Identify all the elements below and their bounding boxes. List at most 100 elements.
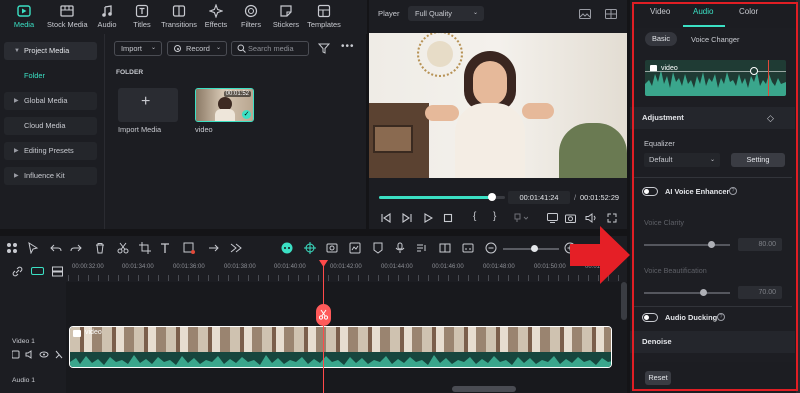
plus-icon: + xyxy=(141,93,151,110)
titles-icon xyxy=(135,4,149,18)
toolbar-audio[interactable]: Audio xyxy=(89,3,125,33)
track-controls xyxy=(12,350,64,359)
playhead-knob[interactable] xyxy=(488,193,497,201)
ruler-tick-label: 00:01:36:00 xyxy=(173,264,205,270)
effects-icon xyxy=(209,4,223,18)
image-icon[interactable] xyxy=(579,9,591,19)
microphone-icon[interactable] xyxy=(394,242,406,254)
clip-duration: 00:01:52 xyxy=(223,91,251,97)
sidebar-item-influence-kit[interactable]: ▶ Influence Kit xyxy=(4,167,97,185)
media-icon xyxy=(17,4,31,18)
split-playhead-button[interactable] xyxy=(316,304,331,326)
track-link-icon[interactable] xyxy=(31,267,44,275)
snapshot-icon[interactable] xyxy=(349,242,361,254)
stock-media-icon xyxy=(60,4,74,18)
import-dropdown[interactable]: Import ⌄ xyxy=(114,41,162,56)
toolbar-templates[interactable]: Templates xyxy=(304,3,344,33)
monitor-icon[interactable] xyxy=(547,213,558,223)
more-options-icon[interactable]: ••• xyxy=(341,41,355,52)
red-arrow-annotation xyxy=(570,226,630,284)
vertical-scrollbar[interactable] xyxy=(621,282,627,320)
playback-progress[interactable] xyxy=(379,193,505,201)
sidebar-item-editing-presets[interactable]: ▶ Editing Presets xyxy=(4,142,97,160)
redo-icon[interactable] xyxy=(70,242,82,254)
toolbar-transitions[interactable]: Transitions xyxy=(160,3,198,33)
voiceover-icon[interactable] xyxy=(416,242,428,254)
scissors-icon[interactable] xyxy=(117,242,129,254)
toolbar-titles[interactable]: Titles xyxy=(124,3,160,33)
delete-icon[interactable] xyxy=(94,242,106,254)
layout-icon[interactable] xyxy=(605,9,617,19)
current-time[interactable]: 00:01:41:24 xyxy=(508,191,570,204)
layout-grid-icon[interactable] xyxy=(6,242,18,254)
search-input[interactable]: Search media xyxy=(231,41,309,56)
toolbar-effects[interactable]: Effects xyxy=(198,3,234,33)
toolbar-stickers[interactable]: Stickers xyxy=(268,3,304,33)
fast-forward-icon[interactable] xyxy=(230,242,242,254)
toolbar-filters[interactable]: Filters xyxy=(233,3,269,33)
ruler-tick-label: 00:01:38:00 xyxy=(224,264,256,270)
text-icon[interactable] xyxy=(160,242,172,254)
timeline-video-clip[interactable]: video xyxy=(69,326,612,368)
volume-icon[interactable] xyxy=(585,213,597,223)
ruler-tick-label: 00:01:42:00 xyxy=(330,264,362,270)
ruler-tick-label: 00:01:40:00 xyxy=(274,264,306,270)
clip-audio-waveform xyxy=(70,355,611,367)
timeline-tracks: Video 1 Audio 1 video xyxy=(0,260,627,393)
sidebar-item-folder[interactable]: Folder xyxy=(4,67,97,85)
ruler-tick-label: 00:01:34:00 xyxy=(122,264,154,270)
player-label: Player xyxy=(378,9,400,18)
import-media-tile[interactable]: + xyxy=(118,88,178,122)
clip-label: video xyxy=(85,329,102,336)
next-frame-icon[interactable] xyxy=(402,213,412,223)
ai-companion-icon[interactable] xyxy=(281,242,293,254)
select-arrow-icon[interactable] xyxy=(27,242,39,254)
chevron-right-icon: ▶ xyxy=(14,173,19,179)
total-time: 00:01:52:29 xyxy=(580,193,620,202)
previous-frame-icon[interactable] xyxy=(381,213,391,223)
stickers-icon xyxy=(279,4,293,18)
zoom-slider-knob[interactable] xyxy=(531,245,538,252)
render-icon[interactable] xyxy=(304,242,316,254)
record-dropdown[interactable]: Record ⌄ xyxy=(167,41,227,56)
player-panel: Player Full Quality ⌄ 00:01:41:24 / 00:0… xyxy=(369,0,627,229)
stop-icon[interactable] xyxy=(443,213,453,223)
toolbar-stock-media[interactable]: Stock Media xyxy=(47,3,88,33)
top-toolbar: Media Stock Media Audio Titles Transitio… xyxy=(0,0,367,34)
shape-icon[interactable] xyxy=(183,242,195,254)
video-track-label: Video 1 xyxy=(12,338,35,345)
chevron-right-icon: ▶ xyxy=(14,98,19,104)
auto-beat-icon[interactable] xyxy=(326,242,338,254)
sidebar-item-global-media[interactable]: ▶ Global Media xyxy=(4,92,97,110)
chevron-down-icon: ⌄ xyxy=(215,45,221,51)
undo-icon[interactable] xyxy=(50,242,62,254)
sidebar-item-project-media[interactable]: ▼ Project Media xyxy=(4,42,97,60)
marker-icon[interactable] xyxy=(372,242,384,254)
chevron-down-icon: ▼ xyxy=(14,48,20,54)
split-screen-icon[interactable] xyxy=(439,242,451,254)
link-icon[interactable] xyxy=(12,266,23,277)
more-tools-icon[interactable] xyxy=(208,242,220,254)
mark-out-icon[interactable]: } xyxy=(493,211,496,222)
record-icon xyxy=(174,45,181,52)
toolbar-media[interactable]: Media xyxy=(6,3,42,33)
zoom-out-icon[interactable] xyxy=(485,242,497,254)
timeline-playhead[interactable] xyxy=(323,260,324,393)
play-icon[interactable] xyxy=(423,213,433,223)
sidebar-item-cloud-media[interactable]: Cloud Media xyxy=(4,117,97,135)
zoom-slider[interactable] xyxy=(503,245,559,252)
media-clip-thumbnail[interactable]: 00:01:52 ✓ xyxy=(195,88,254,122)
mark-in-icon[interactable]: { xyxy=(473,211,476,222)
crop-icon[interactable] xyxy=(139,242,151,254)
subtitle-icon[interactable] xyxy=(462,242,474,254)
filter-icon[interactable] xyxy=(318,43,330,54)
property-panel: Video Audio Color Basic Voice Changer vi… xyxy=(630,0,800,393)
timeline-scrollbar[interactable] xyxy=(452,386,516,392)
snapshot-options-icon[interactable] xyxy=(514,213,528,223)
camera-icon[interactable] xyxy=(565,213,576,223)
video-preview[interactable] xyxy=(369,33,627,178)
fullscreen-icon[interactable] xyxy=(607,213,617,223)
import-media-label: Import Media xyxy=(118,125,162,134)
track-settings-icon[interactable] xyxy=(52,266,63,277)
quality-dropdown[interactable]: Full Quality ⌄ xyxy=(408,6,484,21)
